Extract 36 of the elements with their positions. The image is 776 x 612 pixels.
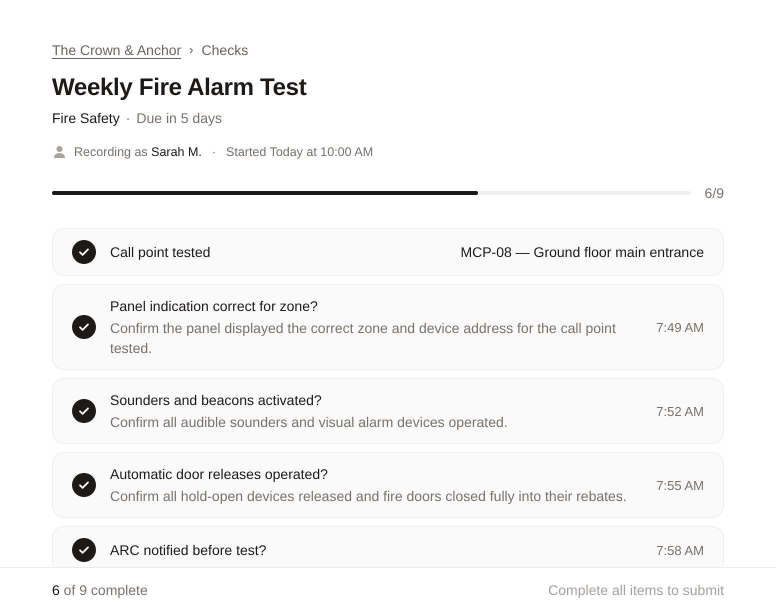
item-description: Confirm all hold-open devices released and fire doors closed fully into their rebates. xyxy=(110,487,628,506)
checklist-item[interactable]: ARC notified before test? 7:58 AM xyxy=(52,526,724,567)
dot-separator: · xyxy=(212,144,216,161)
item-time: 7:52 AM xyxy=(656,404,704,418)
checklist-item[interactable]: Panel indication correct for zone? Confirm the panel displayed the correct zone and device address for the call point tested. 7:49 AM xyxy=(52,284,724,370)
progress-count: 6/9 xyxy=(704,185,724,201)
breadcrumb-link[interactable]: The Crown & Anchor xyxy=(52,40,182,60)
recorder-text: Recording as Sarah M. xyxy=(74,144,202,161)
item-description: Confirm the panel displayed the correct zone and device address for the call point tested. xyxy=(110,319,617,358)
checked-circle-icon[interactable] xyxy=(72,473,96,497)
checklist-item[interactable]: Call point tested MCP-08 — Ground floor main entrance xyxy=(52,228,724,276)
item-title: Panel indication correct for zone? xyxy=(110,297,319,316)
item-time: 7:55 AM xyxy=(656,478,704,492)
due-label: Due in 5 days xyxy=(136,109,222,128)
checked-circle-icon[interactable] xyxy=(72,538,96,562)
breadcrumb-current: Checks xyxy=(202,41,248,60)
item-title: Automatic door releases operated? xyxy=(110,465,329,484)
category-label: Fire Safety xyxy=(52,109,120,128)
person-icon xyxy=(54,146,65,158)
item-time: 7:58 AM xyxy=(656,542,704,558)
item-title: Sounders and beacons activated? xyxy=(110,391,323,410)
breadcrumb-separator: › xyxy=(189,41,194,59)
item-value: MCP-08 — Ground floor main entrance xyxy=(460,243,704,262)
checked-circle-icon[interactable] xyxy=(72,315,96,339)
checklist-item[interactable]: Automatic door releases operated? Confirm all hold-open devices released and fire doors closed fully into their rebates. 7:55 AM xyxy=(52,452,724,518)
item-title: ARC notified before test? xyxy=(110,541,268,560)
checklist-item[interactable]: Sounders and beacons activated? Confirm all audible sounders and visual alarm devices operated. 7:52 AM xyxy=(52,378,724,444)
checked-circle-icon[interactable] xyxy=(72,399,96,423)
item-description: Confirm all audible sounders and visual alarm devices operated. xyxy=(110,413,509,432)
item-time: 7:49 AM xyxy=(656,320,704,334)
completion-summary: 6 of 9 complete xyxy=(52,582,148,598)
started-time: Started Today at 10:00 AM xyxy=(226,144,374,161)
page-title: Weekly Fire Alarm Test xyxy=(52,73,308,103)
checked-circle-icon[interactable] xyxy=(72,240,96,264)
dot-separator: · xyxy=(126,109,130,128)
item-title: Call point tested xyxy=(110,243,212,262)
